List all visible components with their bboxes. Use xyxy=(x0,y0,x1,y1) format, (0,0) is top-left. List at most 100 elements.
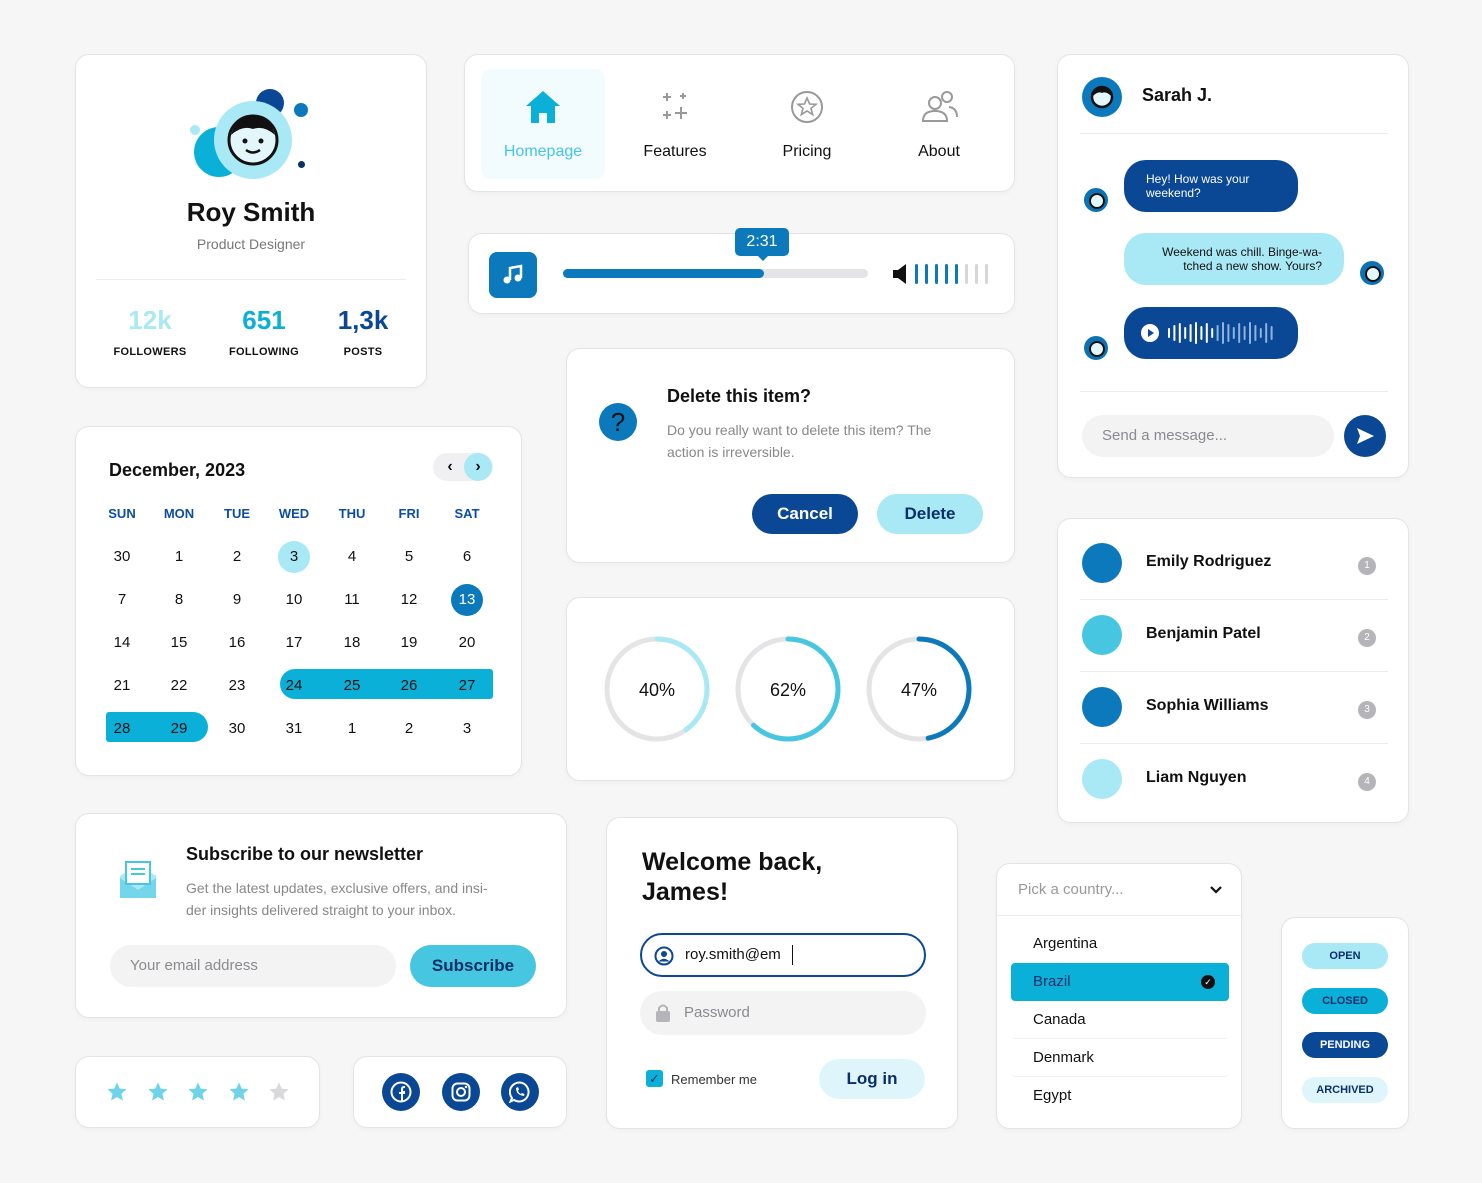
calendar-day[interactable]: 30 xyxy=(106,541,138,573)
calendar-day[interactable]: 21 xyxy=(106,670,138,702)
country-option[interactable]: Canada xyxy=(1011,1001,1229,1039)
delete-dialog: ? Delete this item? Do you really want t… xyxy=(566,348,1015,563)
nav-about[interactable]: About xyxy=(877,69,1001,179)
status-badge-archived[interactable]: ARCHIVED xyxy=(1302,1076,1388,1103)
waveform-bar xyxy=(1232,327,1235,339)
star-icon[interactable] xyxy=(187,1081,209,1103)
calendar-day[interactable]: 4 xyxy=(336,541,368,573)
country-select[interactable]: Pick a country... xyxy=(997,864,1241,916)
dialog-title: Delete this item? xyxy=(667,386,812,406)
country-option[interactable]: Argentina xyxy=(1011,925,1229,963)
play-icon[interactable] xyxy=(1140,323,1160,343)
calendar-day[interactable]: 5 xyxy=(393,541,425,573)
facebook-button[interactable] xyxy=(382,1073,420,1111)
progress-fill xyxy=(563,269,765,278)
status-badge-closed[interactable]: CLOSED xyxy=(1302,987,1388,1014)
calendar-day[interactable]: 25 xyxy=(336,670,368,702)
calendar-day[interactable]: 20 xyxy=(451,627,483,659)
calendar-day[interactable]: 9 xyxy=(221,584,253,616)
calendar-day[interactable]: 28 xyxy=(106,713,138,745)
calendar-day[interactable]: 2 xyxy=(393,713,425,745)
calendar-day[interactable]: 8 xyxy=(163,584,195,616)
delete-button[interactable]: Delete xyxy=(877,494,983,534)
country-option-selected[interactable]: Brazil ✓ xyxy=(1011,963,1229,1001)
calendar-day[interactable]: 10 xyxy=(278,584,310,616)
nav-pricing[interactable]: Pricing xyxy=(745,69,869,179)
social-card xyxy=(353,1056,567,1128)
status-badge-pending[interactable]: PENDING xyxy=(1302,1032,1388,1058)
star-badge-icon xyxy=(791,91,823,123)
calendar-day[interactable]: 1 xyxy=(336,713,368,745)
volume-slider[interactable] xyxy=(915,264,995,284)
volume-bar xyxy=(965,264,968,284)
email-input[interactable]: Your email address xyxy=(110,945,396,987)
weekday-label: MON xyxy=(163,506,195,521)
music-button[interactable] xyxy=(489,252,537,298)
star-icon[interactable] xyxy=(147,1081,169,1103)
calendar-day[interactable]: 19 xyxy=(393,627,425,659)
star-icon[interactable] xyxy=(228,1081,250,1103)
country-option[interactable]: Denmark xyxy=(1011,1039,1229,1077)
calendar-day[interactable]: 6 xyxy=(451,541,483,573)
waveform-bar xyxy=(1200,326,1203,340)
calendar-day[interactable]: 22 xyxy=(163,670,195,702)
message-input[interactable]: Send a message... xyxy=(1082,415,1334,457)
progress-track[interactable] xyxy=(563,269,868,278)
calendar-day[interactable]: 23 xyxy=(221,670,253,702)
user-row[interactable]: Sophia Williams 3 xyxy=(1058,669,1408,744)
calendar-day[interactable]: 7 xyxy=(106,584,138,616)
subscribe-button[interactable]: Subscribe xyxy=(410,945,536,987)
weekday-label: THU xyxy=(338,506,366,521)
user-row[interactable]: Benjamin Patel 2 xyxy=(1058,597,1408,672)
volume-bar xyxy=(925,264,928,284)
next-month-button[interactable]: › xyxy=(464,453,492,481)
star-icon[interactable] xyxy=(268,1081,290,1103)
calendar-day[interactable]: 30 xyxy=(221,713,253,745)
calendar-day[interactable]: 31 xyxy=(278,713,310,745)
chat-avatar xyxy=(1082,77,1122,117)
user-avatar xyxy=(1082,687,1122,727)
send-icon xyxy=(1357,428,1374,444)
send-button[interactable] xyxy=(1344,415,1386,457)
nav-homepage[interactable]: Homepage xyxy=(481,69,605,179)
calendar-day[interactable]: 16 xyxy=(221,627,253,659)
calendar-day[interactable]: 15 xyxy=(163,627,195,659)
calendar-day[interactable]: 2 xyxy=(221,541,253,573)
facebook-icon xyxy=(390,1081,412,1103)
newsletter-body-line2: der insights delivered straight to your … xyxy=(186,902,457,918)
calendar-day[interactable]: 12 xyxy=(393,584,425,616)
calendar-day-today[interactable]: 3 xyxy=(278,541,310,573)
prev-month-button[interactable]: ‹ xyxy=(437,453,463,481)
login-button[interactable]: Log in xyxy=(819,1059,925,1099)
calendar-day[interactable]: 1 xyxy=(163,541,195,573)
calendar-day[interactable]: 11 xyxy=(336,584,368,616)
user-row[interactable]: Emily Rodriguez 1 xyxy=(1058,525,1408,600)
calendar-day[interactable]: 14 xyxy=(106,627,138,659)
chat-contact-name: Sarah J. xyxy=(1142,85,1213,105)
voice-message[interactable] xyxy=(1124,307,1298,359)
calendar-day[interactable]: 26 xyxy=(393,670,425,702)
email-field[interactable]: roy.smith@em xyxy=(640,933,926,977)
calendar-day[interactable]: 18 xyxy=(336,627,368,659)
nav-features[interactable]: Features xyxy=(613,69,737,179)
waveform-bar xyxy=(1265,323,1268,343)
country-option[interactable]: Egypt xyxy=(1011,1077,1229,1115)
instagram-button[interactable] xyxy=(442,1073,480,1111)
speaker-icon[interactable] xyxy=(891,263,911,285)
password-field[interactable]: Password xyxy=(640,991,926,1035)
calendar-day[interactable]: 29 xyxy=(163,713,195,745)
remember-checkbox[interactable]: ✓ xyxy=(646,1070,663,1087)
calendar-day[interactable]: 24 xyxy=(278,670,310,702)
calendar-day-selected[interactable]: 13 xyxy=(451,584,483,616)
login-card: Welcome back, James! roy.smith@em Passwo… xyxy=(606,817,958,1129)
calendar-day[interactable]: 3 xyxy=(451,713,483,745)
calendar-day[interactable]: 17 xyxy=(278,627,310,659)
user-row[interactable]: Liam Nguyen 4 xyxy=(1058,741,1408,813)
status-badge-open[interactable]: OPEN xyxy=(1302,943,1388,969)
cancel-button[interactable]: Cancel xyxy=(752,494,858,534)
star-icon[interactable] xyxy=(106,1081,128,1103)
divider xyxy=(1080,133,1388,134)
calendar-day[interactable]: 27 xyxy=(451,670,483,702)
lock-icon xyxy=(656,1004,670,1022)
whatsapp-button[interactable] xyxy=(501,1073,539,1111)
